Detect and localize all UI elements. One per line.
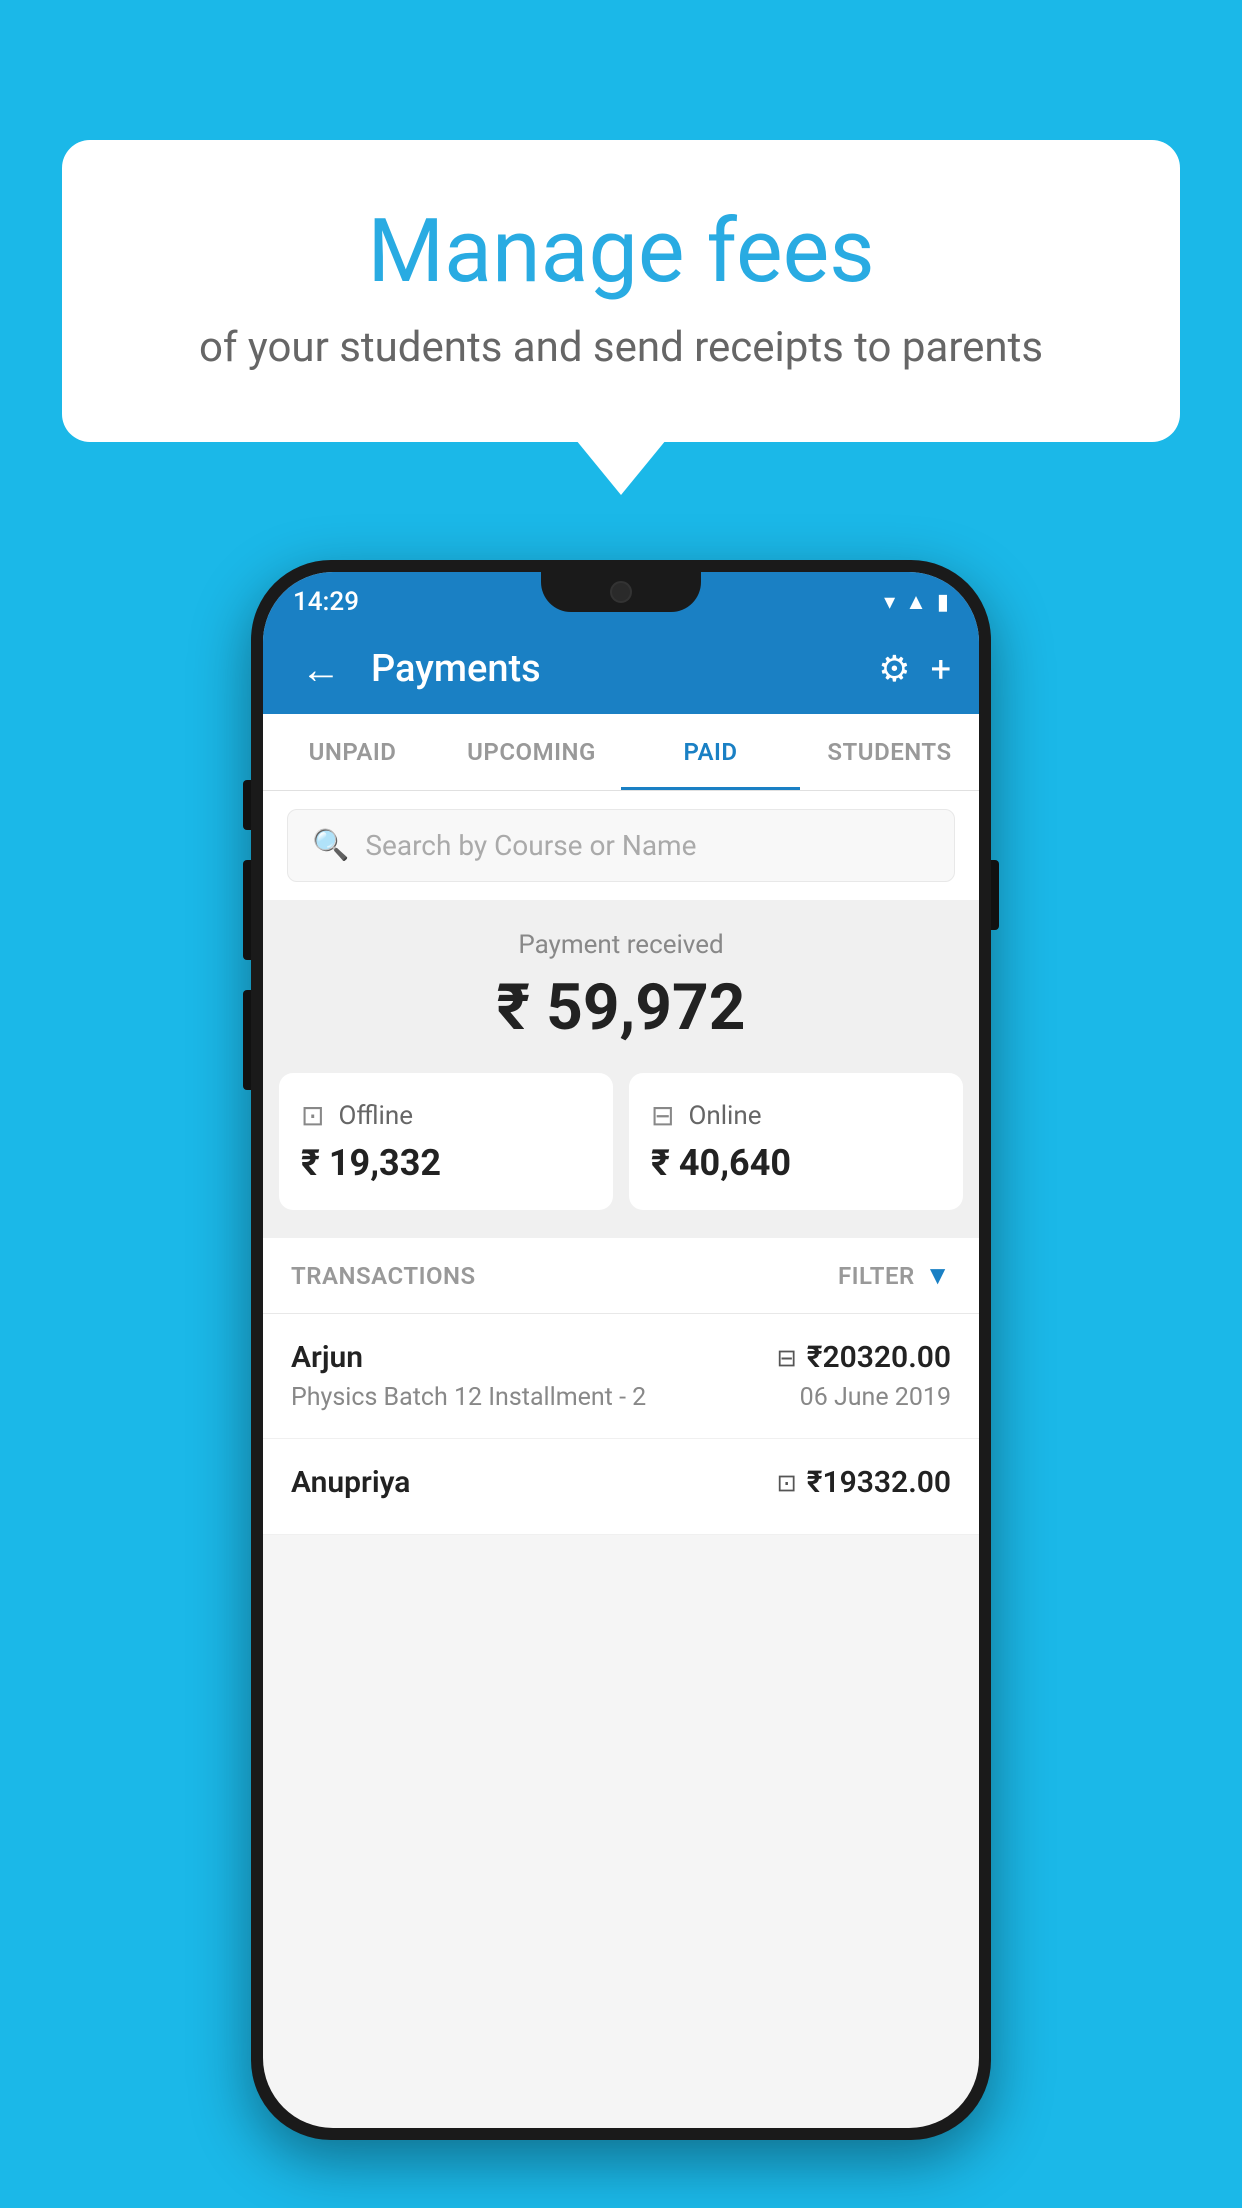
settings-icon[interactable]: ⚙ (878, 648, 910, 690)
online-payment-icon: ⊟ (777, 1344, 797, 1372)
mute-button (243, 780, 251, 830)
app-bar-title: Payments (371, 647, 858, 691)
filter-icon: ▼ (925, 1260, 951, 1291)
payment-cards: ⊡ Offline ₹ 19,332 ⊟ Online ₹ 40,640 (263, 1073, 979, 1238)
speech-bubble-section: Manage fees of your students and send re… (62, 140, 1180, 495)
back-button[interactable]: ← (291, 636, 351, 703)
offline-payment-icon: ⊡ (777, 1469, 797, 1497)
signal-icon: ▲ (905, 589, 927, 615)
offline-amount: ₹ 19,332 (301, 1142, 591, 1184)
power-button (991, 860, 999, 930)
tab-upcoming[interactable]: UPCOMING (442, 714, 621, 790)
speech-bubble: Manage fees of your students and send re… (62, 140, 1180, 442)
payment-received-amount: ₹ 59,972 (287, 970, 955, 1045)
add-icon[interactable]: + (931, 648, 951, 690)
status-icons: ▾ ▲ ▮ (884, 589, 949, 615)
transaction-course-arjun: Physics Batch 12 Installment - 2 (291, 1383, 646, 1412)
transaction-name-arjun: Arjun (291, 1340, 363, 1375)
search-icon: 🔍 (312, 828, 349, 863)
transactions-header: TRANSACTIONS FILTER ▼ (263, 1238, 979, 1314)
app-bar: ← Payments ⚙ + (263, 624, 979, 714)
speech-bubble-title: Manage fees (132, 200, 1110, 303)
transaction-name-anupriya: Anupriya (291, 1465, 410, 1500)
status-time: 14:29 (293, 587, 359, 617)
tab-students[interactable]: STUDENTS (800, 714, 979, 790)
tab-unpaid[interactable]: UNPAID (263, 714, 442, 790)
payment-received-label: Payment received (287, 930, 955, 960)
search-container: 🔍 Search by Course or Name (263, 791, 979, 900)
front-camera (610, 581, 632, 603)
speech-bubble-subtitle: of your students and send receipts to pa… (132, 323, 1110, 372)
online-card: ⊟ Online ₹ 40,640 (629, 1073, 963, 1210)
transaction-amount-arjun: ₹20320.00 (807, 1340, 951, 1375)
app-bar-actions: ⚙ + (878, 648, 951, 690)
speech-bubble-arrow (576, 440, 666, 495)
tab-paid[interactable]: PAID (621, 714, 800, 790)
online-icon: ⊟ (651, 1099, 674, 1132)
offline-label: Offline (338, 1101, 413, 1131)
search-placeholder: Search by Course or Name (365, 829, 696, 862)
transactions-label: TRANSACTIONS (291, 1262, 476, 1290)
filter-button[interactable]: FILTER ▼ (838, 1260, 951, 1291)
volume-up-button (243, 860, 251, 960)
online-label: Online (688, 1101, 761, 1131)
transaction-date-arjun: 06 June 2019 (800, 1383, 951, 1412)
online-amount: ₹ 40,640 (651, 1142, 941, 1184)
filter-label: FILTER (838, 1262, 915, 1290)
tabs-bar: UNPAID UPCOMING PAID STUDENTS (263, 714, 979, 791)
transaction-amount-anupriya: ₹19332.00 (807, 1465, 951, 1500)
phone-notch (541, 572, 701, 612)
offline-card: ⊡ Offline ₹ 19,332 (279, 1073, 613, 1210)
battery-icon: ▮ (937, 590, 949, 615)
transaction-row-anupriya[interactable]: Anupriya ⊡ ₹19332.00 (263, 1439, 979, 1535)
phone-mockup: 14:29 ▾ ▲ ▮ ← Payments ⚙ + UNPAID (251, 560, 991, 2140)
payment-received-section: Payment received ₹ 59,972 (263, 900, 979, 1073)
search-bar[interactable]: 🔍 Search by Course or Name (287, 809, 955, 882)
wifi-icon: ▾ (884, 590, 895, 615)
volume-down-button (243, 990, 251, 1090)
transaction-row-arjun[interactable]: Arjun ⊟ ₹20320.00 Physics Batch 12 Insta… (263, 1314, 979, 1439)
offline-icon: ⊡ (301, 1099, 324, 1132)
